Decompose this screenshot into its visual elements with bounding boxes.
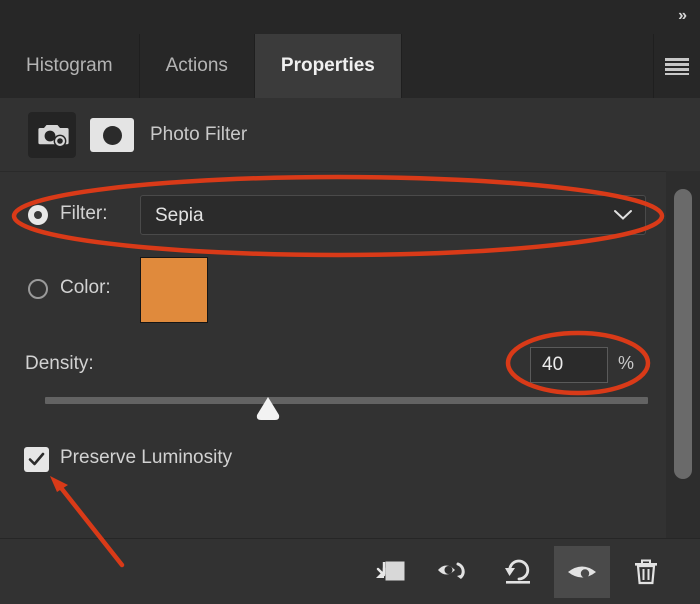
color-row: Color: [0,257,700,323]
filter-select-value: Sepia [155,205,204,226]
adjustment-title: Photo Filter [150,124,248,145]
density-slider-track[interactable] [45,397,648,404]
density-label: Density: [25,353,94,374]
chevron-down-icon [614,210,632,220]
panel-top-strip: » [0,0,700,35]
properties-panel-body: Photo Filter Filter: Sepia Color: Densit… [0,98,700,538]
hamburger-icon [665,58,689,75]
filter-row: Filter: Sepia [0,195,700,237]
density-slider-handle[interactable] [253,393,283,423]
eye-previous-icon [438,562,465,579]
layer-mask-thumbnail[interactable] [90,118,134,152]
color-radio[interactable] [28,279,48,299]
panel-tab-bar: Histogram Actions Properties [0,34,700,98]
tab-bar-filler [401,34,654,98]
view-previous-state-button[interactable] [426,546,482,598]
preserve-luminosity-checkbox[interactable] [24,447,49,472]
reset-button[interactable] [490,546,546,598]
mask-dot-icon [102,125,122,145]
color-swatch[interactable] [140,257,208,323]
clip-to-layer-icon [376,561,405,580]
delete-button[interactable] [618,546,674,598]
filter-label: Filter: [60,203,108,224]
trash-icon [635,559,657,584]
properties-content: Filter: Sepia Color: Density: 40 % Prese… [0,171,700,538]
toggle-visibility-button[interactable] [554,545,610,598]
checkmark-icon [28,452,45,466]
photoshop-properties-panel: » Histogram Actions Properties Photo Fil… [0,0,700,604]
density-row: Density: 40 % [0,343,700,423]
panel-menu-button[interactable] [654,34,700,98]
filter-radio[interactable] [28,205,48,225]
tab-actions[interactable]: Actions [139,34,255,98]
camera-icon [37,125,69,148]
color-label: Color: [60,277,111,298]
expand-panels-icon[interactable]: » [678,6,687,26]
reset-arrow-icon [505,559,530,584]
preserve-luminosity-row: Preserve Luminosity [0,443,700,479]
tab-histogram[interactable]: Histogram [0,34,140,98]
density-input[interactable]: 40 [530,347,608,383]
adjustment-header: Photo Filter [0,98,700,172]
density-unit: % [618,353,635,373]
photo-filter-icon[interactable] [28,112,76,158]
filter-select[interactable]: Sepia [140,195,646,235]
eye-icon [568,566,596,578]
tab-properties[interactable]: Properties [254,34,402,98]
adjustment-toolbar [0,538,700,604]
preserve-luminosity-label: Preserve Luminosity [60,447,233,468]
density-value: 40 [542,354,564,375]
clip-to-layer-button[interactable] [362,546,418,598]
